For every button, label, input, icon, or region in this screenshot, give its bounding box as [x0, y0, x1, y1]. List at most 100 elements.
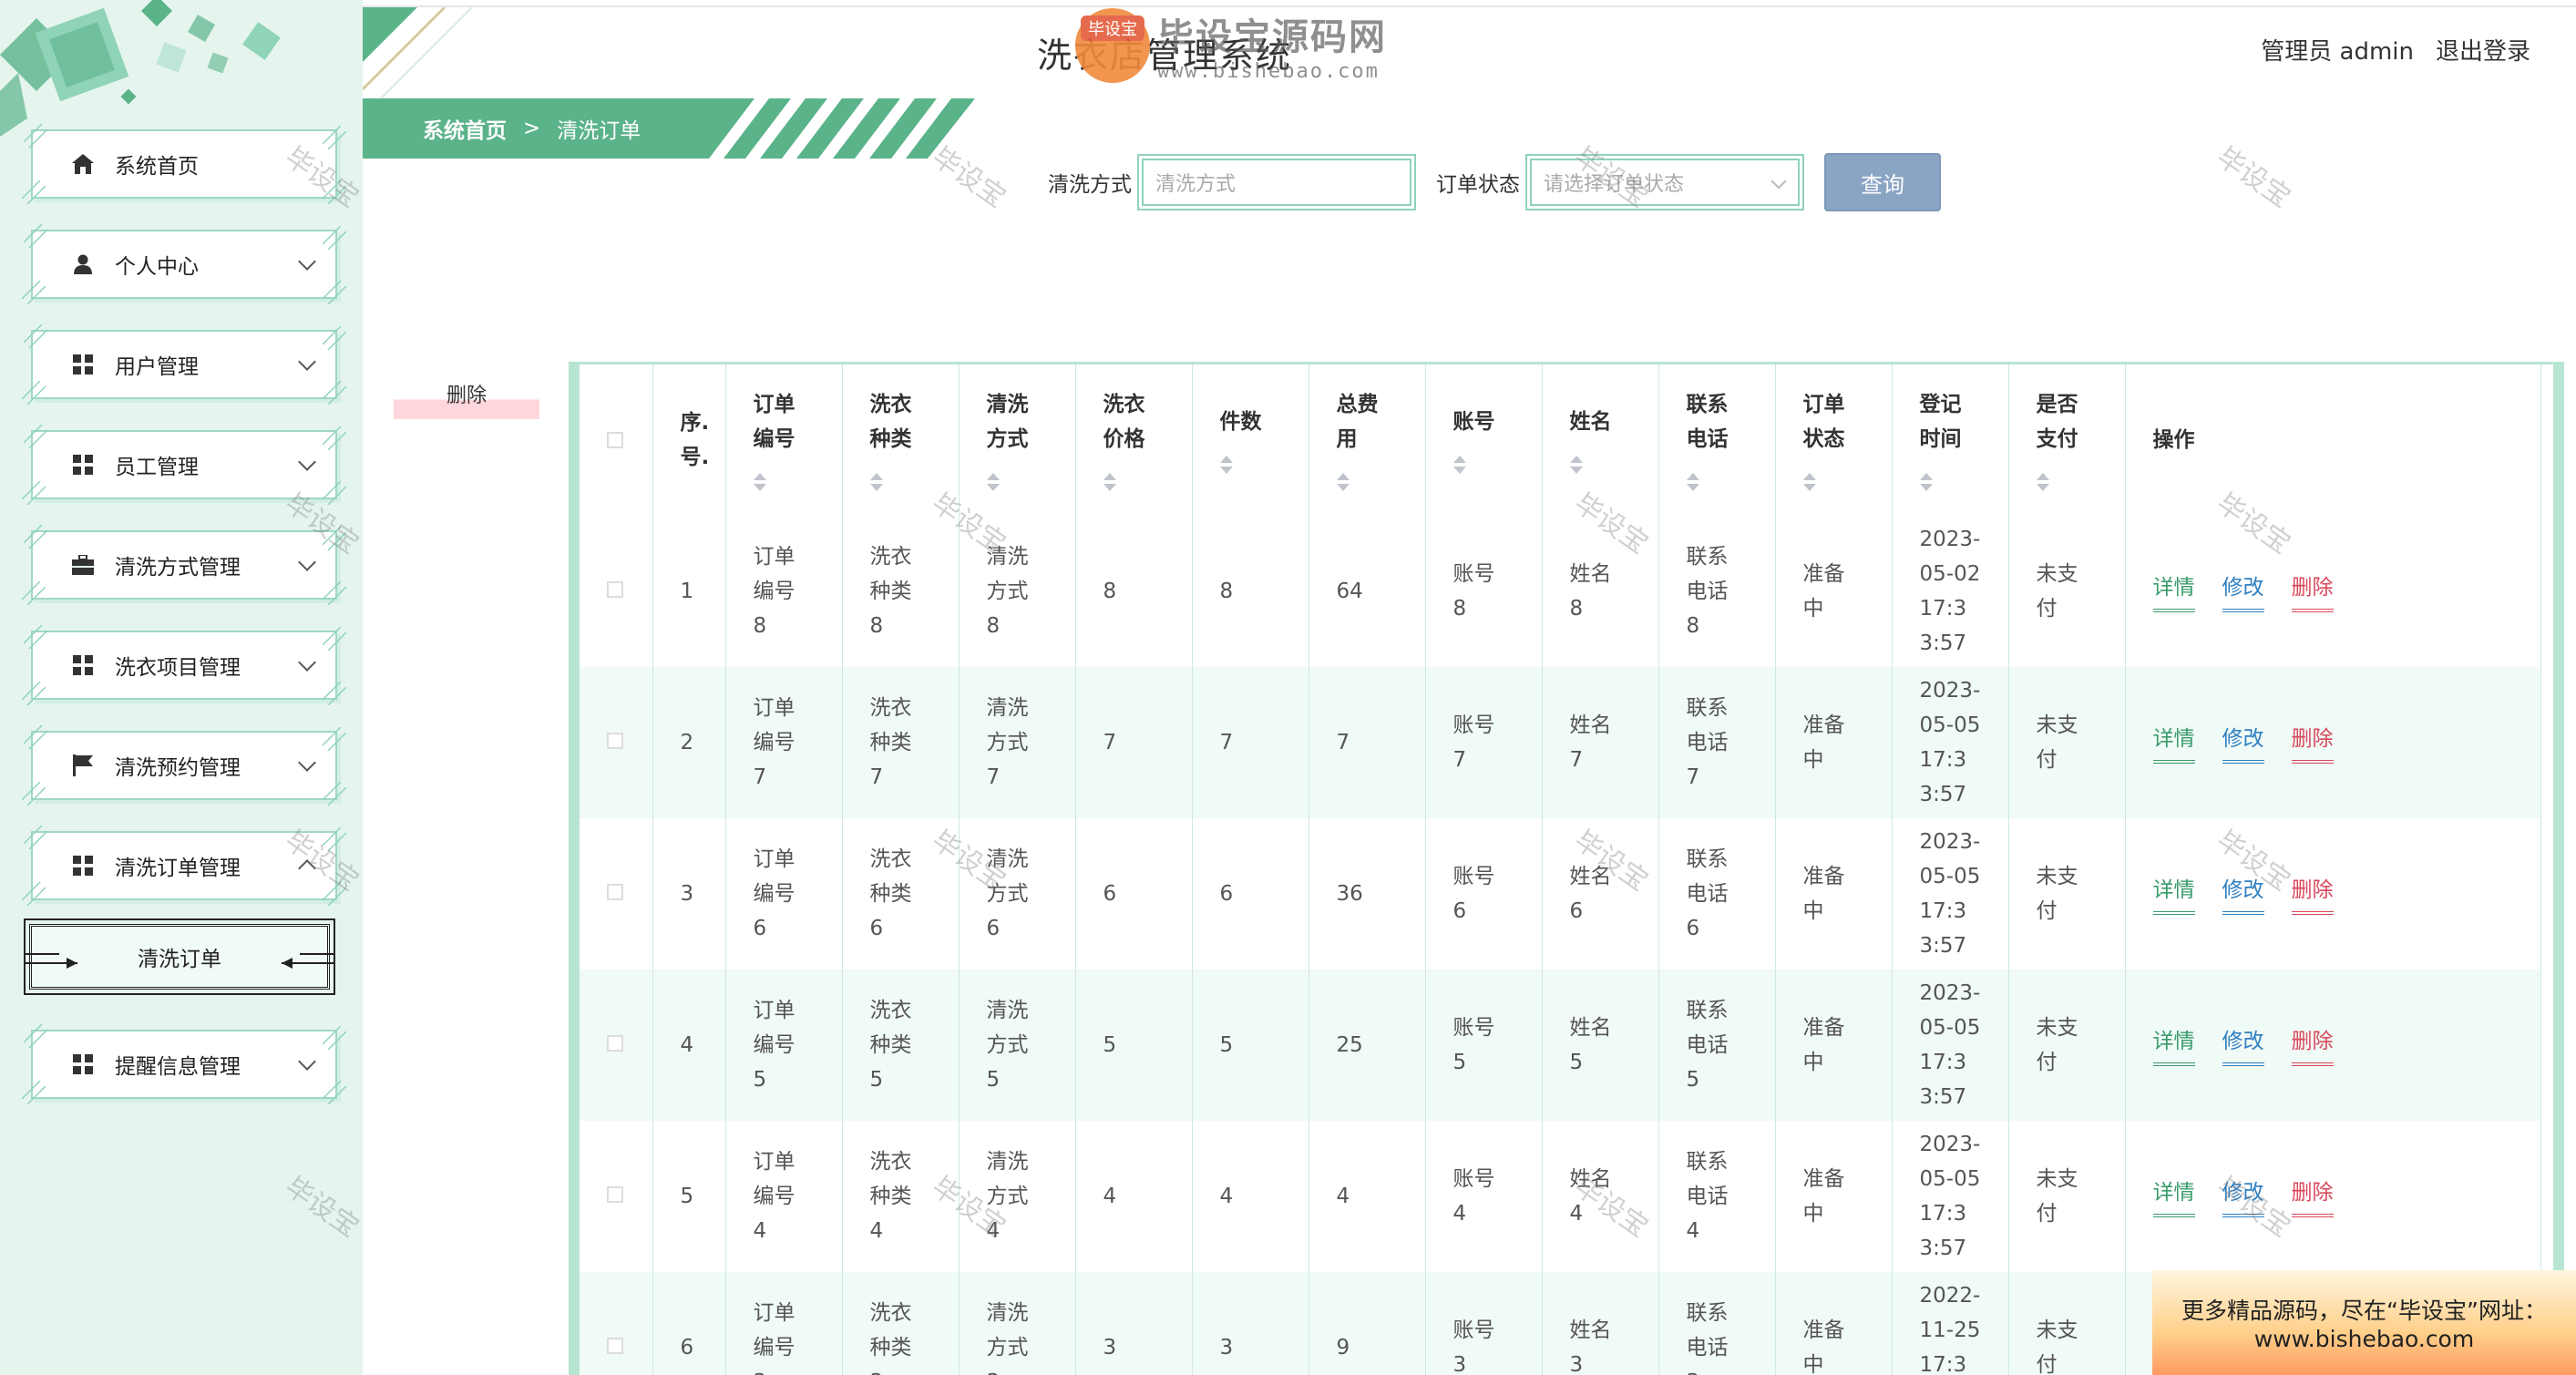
cell-type: 洗衣种类3 [842, 1272, 960, 1375]
status-select[interactable]: 请选择订单状态 [1525, 154, 1804, 210]
edit-link[interactable]: 修改 [2222, 1024, 2264, 1066]
table-row[interactable]: 3 订单 编号 6 洗衣 种类 6 清洗 方式 6 6 6 36 账号 6 姓名 6 联系 电话 6 准备中 2023- 0… [580, 818, 2541, 970]
delete-link[interactable]: 删除 [2291, 1024, 2334, 1066]
sidebar-item-6[interactable]: 洗衣项目管理 [21, 624, 347, 706]
cell-paid: 未支付 [2008, 667, 2126, 818]
sidebar-item-label: 系统首页 [115, 155, 199, 179]
delete-link[interactable]: 删除 [2291, 873, 2334, 915]
column-header-order_no[interactable]: 订单 编号 [725, 364, 843, 516]
cell-paid: 未支付 [2008, 1121, 2126, 1272]
delete-link[interactable]: 删除 [2291, 1175, 2334, 1217]
row-checkbox[interactable] [607, 1186, 623, 1203]
column-header-account[interactable]: 账号 [1425, 364, 1543, 516]
cell-price: 5 [1075, 970, 1193, 1121]
edit-link[interactable]: 修改 [2222, 570, 2264, 612]
cell-qty: 7 [1192, 667, 1309, 818]
detail-link[interactable]: 详情 [2152, 1024, 2195, 1066]
detail-link[interactable]: 详情 [2152, 570, 2195, 612]
sidebar-item-9[interactable]: 提醒信息管理 [21, 1023, 347, 1105]
submenu-item-clean-order[interactable]: 清洗订单 [24, 918, 335, 995]
promo-banner[interactable]: 更多精品源码，尽在“毕设宝”网址： www.bishebao.com [2152, 1270, 2576, 1375]
column-header-phone[interactable]: 联系 电话 [1658, 364, 1776, 516]
row-checkbox[interactable] [607, 1035, 623, 1052]
header-select-all[interactable] [580, 364, 653, 516]
delete-link[interactable]: 删除 [2291, 722, 2334, 764]
method-input[interactable]: 清洗方式 [1137, 154, 1416, 210]
sort-icon[interactable] [2036, 471, 2049, 493]
table-row[interactable]: 4 订单 编号 5 洗衣 种类 5 清洗 方式 5 5 5 25 账号 5 姓名 5 联系 电话 5 准备中 2023- 0… [580, 970, 2541, 1121]
sort-icon[interactable] [1452, 454, 1466, 476]
cell-total: 4 [1309, 1121, 1426, 1272]
sidebar-item-2[interactable]: 个人中心 [21, 223, 347, 305]
batch-delete-button[interactable]: 删除 [394, 375, 539, 419]
logout-link[interactable]: 退出登录 [2436, 33, 2530, 67]
edit-link[interactable]: 修改 [2222, 1175, 2264, 1217]
sort-icon[interactable] [1569, 454, 1583, 476]
row-checkbox[interactable] [607, 884, 623, 900]
sort-icon[interactable] [986, 471, 1000, 493]
breadcrumb-home[interactable]: 系统首页 [423, 113, 507, 144]
sidebar-item-8[interactable]: 清洗订单管理 [21, 825, 347, 907]
method-label: 清洗方式 [1048, 173, 1132, 197]
cell-method: 清洗 方式 4 [959, 1121, 1076, 1272]
delete-link[interactable]: 删除 [2291, 570, 2334, 612]
edit-link[interactable]: 修改 [2222, 873, 2264, 915]
sort-icon[interactable] [1686, 471, 1699, 493]
column-header-seq[interactable]: 序. 号. [652, 364, 726, 516]
sidebar-item-3[interactable]: 用户管理 [21, 323, 347, 405]
cell-qty: 5 [1192, 970, 1309, 1121]
table-row[interactable]: 5 订单 编号 4 洗衣 种类 4 清洗 方式 4 4 4 4 账号 4 姓名 4 联系 电话 4 准备中 2023- 05… [580, 1121, 2541, 1272]
cell-qty: 4 [1192, 1121, 1309, 1272]
sidebar-item-5[interactable]: 清洗方式管理 [21, 524, 347, 606]
cell-type: 洗衣 种类 8 [842, 516, 960, 667]
table-row[interactable]: 1 订单 编号 8 洗衣 种类 8 清洗 方式 8 8 8 64 账号 8 姓名 8 联系 电话 8 准备中 2023- 0… [580, 516, 2541, 667]
row-select-cell[interactable] [580, 1272, 653, 1375]
table-row[interactable]: 2 订单 编号 7 洗衣 种类 7 清洗 方式 7 7 7 7 账号 7 姓名 7 联系 电话 7 准备中 2023- 05… [580, 667, 2541, 818]
query-button[interactable]: 查询 [1824, 153, 1941, 211]
status-label: 订单状态 [1436, 173, 1520, 197]
column-header-method[interactable]: 清洗 方式 [959, 364, 1076, 516]
column-header-price[interactable]: 洗衣 价格 [1075, 364, 1193, 516]
column-header-total[interactable]: 总费用 [1309, 364, 1426, 516]
sort-icon[interactable] [869, 471, 883, 493]
row-select-cell[interactable] [580, 818, 653, 970]
sort-icon[interactable] [1336, 471, 1350, 493]
cell-paid: 未支付 [2008, 516, 2126, 667]
grid-icon [69, 455, 97, 475]
cell-total: 25 [1309, 970, 1426, 1121]
row-checkbox[interactable] [607, 581, 623, 598]
column-header-name[interactable]: 姓名 [1542, 364, 1659, 516]
promo-line-2: www.bishebao.com [2253, 1326, 2475, 1352]
detail-link[interactable]: 详情 [2152, 873, 2195, 915]
sidebar-item-7[interactable]: 清洗预约管理 [21, 724, 347, 806]
select-all-checkbox[interactable] [607, 432, 623, 448]
cell-method: 清洗 方式 6 [959, 818, 1076, 970]
sidebar-item-1[interactable]: 系统首页 [21, 123, 347, 205]
edit-link[interactable]: 修改 [2222, 722, 2264, 764]
detail-link[interactable]: 详情 [2152, 722, 2195, 764]
column-header-status[interactable]: 订单 状态 [1775, 364, 1893, 516]
sort-icon[interactable] [753, 471, 766, 493]
cell-price: 6 [1075, 818, 1193, 970]
row-select-cell[interactable] [580, 1121, 653, 1272]
sidebar-item-4[interactable]: 员工管理 [21, 424, 347, 506]
sort-icon[interactable] [1219, 454, 1233, 476]
cell-ops: 详情修改删除 [2125, 818, 2541, 970]
sort-icon[interactable] [1802, 471, 1816, 493]
row-select-cell[interactable] [580, 970, 653, 1121]
row-select-cell[interactable] [580, 667, 653, 818]
sort-icon[interactable] [1103, 471, 1116, 493]
row-select-cell[interactable] [580, 516, 653, 667]
column-header-qty[interactable]: 件数 [1192, 364, 1309, 516]
detail-link[interactable]: 详情 [2152, 1175, 2195, 1217]
column-header-time[interactable]: 登记 时间 [1892, 364, 2009, 516]
row-checkbox[interactable] [607, 733, 623, 749]
sort-icon[interactable] [1919, 471, 1933, 493]
hatch-decoration [322, 125, 347, 150]
hatch-decoration [322, 580, 347, 606]
cell-time: 2023- 05-05 17:3 3:57 [1892, 667, 2009, 818]
column-header-paid[interactable]: 是否 支付 [2008, 364, 2126, 516]
row-checkbox[interactable] [607, 1338, 623, 1354]
cell-total: 64 [1309, 516, 1426, 667]
column-header-type[interactable]: 洗衣 种类 [842, 364, 960, 516]
